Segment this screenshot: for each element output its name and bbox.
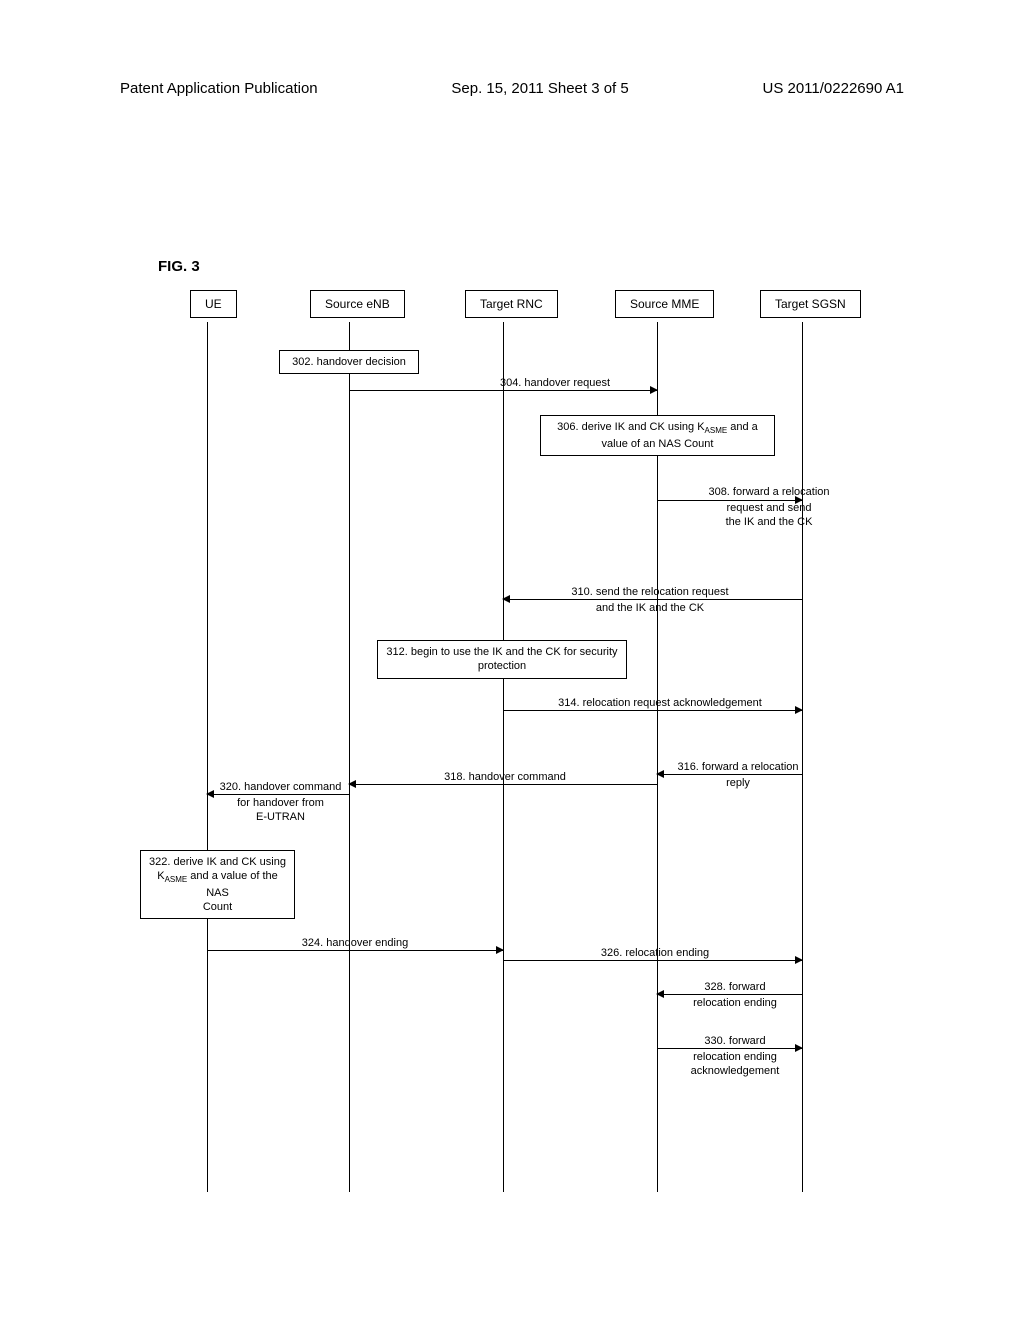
lifeline-ue xyxy=(207,322,208,1192)
note-306: 306. derive IK and CK using KASME and a … xyxy=(540,415,775,456)
msg-308-label: 308. forward a relocation xyxy=(699,485,839,499)
participant-source-mme: Source MME xyxy=(615,290,714,318)
msg-324-arrow xyxy=(207,950,503,951)
msg-314-arrow xyxy=(503,710,802,711)
msg-324-label: 324. handover ending xyxy=(275,936,435,950)
lifeline-target-rnc xyxy=(503,322,504,1192)
msg-328-arrow xyxy=(657,994,802,995)
header-right: US 2011/0222690 A1 xyxy=(762,80,904,97)
msg-310-label: 310. send the relocation request xyxy=(525,585,775,599)
msg-328-label2: relocation ending xyxy=(675,996,795,1010)
msg-320-label: 320. handover command xyxy=(213,780,348,794)
msg-326-arrow xyxy=(503,960,802,961)
msg-310-label2: and the IK and the CK xyxy=(525,601,775,615)
msg-330-arrow xyxy=(657,1048,802,1049)
msg-326-label: 326. relocation ending xyxy=(575,946,735,960)
msg-316-arrow xyxy=(657,774,802,775)
msg-316-label: 316. forward a relocation xyxy=(663,760,813,774)
note-322: 322. derive IK and CK using KASME and a … xyxy=(140,850,295,919)
participant-target-sgsn: Target SGSN xyxy=(760,290,861,318)
msg-304-arrow xyxy=(349,390,657,391)
header-center: Sep. 15, 2011 Sheet 3 of 5 xyxy=(451,80,628,97)
lifeline-target-sgsn xyxy=(802,322,803,1192)
participant-source-enb: Source eNB xyxy=(310,290,405,318)
note-312: 312. begin to use the IK and the CK for … xyxy=(377,640,627,679)
note-302: 302. handover decision xyxy=(279,350,419,374)
msg-316-label2: reply xyxy=(663,776,813,790)
msg-328-label: 328. forward xyxy=(675,980,795,994)
msg-314-label: 314. relocation request acknowledgement xyxy=(540,696,780,710)
msg-308-label2: request and send the IK and the CK xyxy=(699,501,839,530)
msg-320-arrow xyxy=(207,794,349,795)
figure-label: FIG. 3 xyxy=(158,258,200,275)
msg-318-label: 318. handover command xyxy=(425,770,585,784)
participant-ue: UE xyxy=(190,290,237,318)
msg-330-label2: relocation ending acknowledgement xyxy=(675,1050,795,1079)
participant-target-rnc: Target RNC xyxy=(465,290,558,318)
header-left: Patent Application Publication xyxy=(120,80,318,97)
lifeline-source-enb xyxy=(349,322,350,1192)
sequence-diagram: UE Source eNB Target RNC Source MME Targ… xyxy=(155,290,915,1190)
msg-320-label2: for handover from E-UTRAN xyxy=(213,796,348,825)
msg-330-label: 330. forward xyxy=(675,1034,795,1048)
msg-318-arrow xyxy=(349,784,657,785)
msg-310-arrow xyxy=(503,599,802,600)
msg-304-label: 304. handover request xyxy=(455,376,655,390)
